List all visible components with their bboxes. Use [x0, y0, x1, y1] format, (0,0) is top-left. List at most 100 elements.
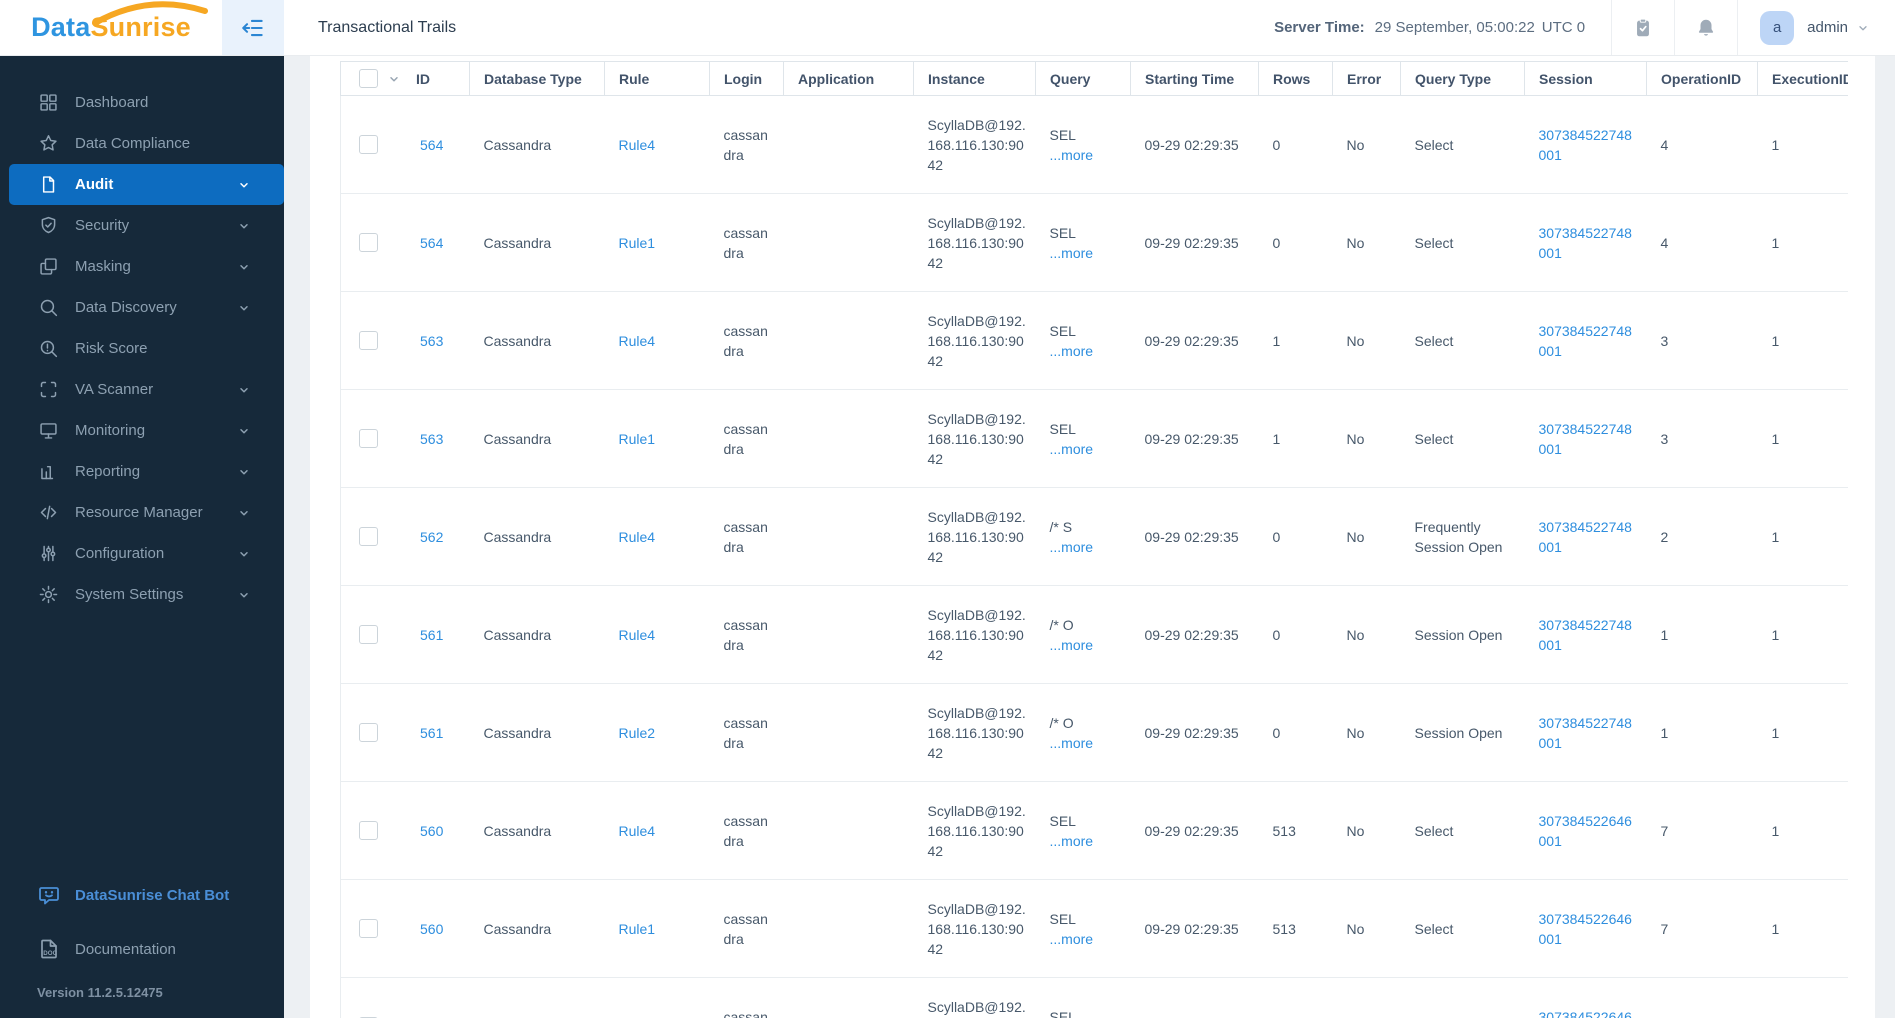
column-header-session[interactable]: Session — [1524, 61, 1647, 96]
session-link[interactable]: 307384522748001 — [1539, 125, 1635, 165]
id-link[interactable]: 562 — [420, 527, 443, 547]
user-menu[interactable]: a admin — [1738, 0, 1895, 55]
logo-part1: Data — [31, 12, 91, 42]
query-more-link[interactable]: ...more — [1050, 831, 1125, 851]
column-label: Error — [1347, 70, 1382, 87]
id-link[interactable]: 564 — [420, 233, 443, 253]
scanner-icon — [37, 379, 59, 401]
cell-query-type: Select — [1400, 389, 1525, 488]
session-link[interactable]: 307384522646001 — [1539, 1007, 1635, 1018]
cell-application — [783, 95, 914, 194]
column-header-operationid[interactable]: OperationID — [1646, 61, 1758, 96]
rule-link[interactable]: Rule4 — [619, 137, 656, 153]
sidebar-item-risk-score[interactable]: Risk Score — [0, 328, 284, 369]
column-header-rule[interactable]: Rule — [604, 61, 710, 96]
sidebar-item-resource-manager[interactable]: Resource Manager — [0, 492, 284, 533]
cell-execution-id: 1 — [1757, 95, 1848, 194]
rule-link[interactable]: Rule1 — [619, 235, 656, 251]
query-more-link[interactable]: ...more — [1050, 929, 1125, 949]
rule-link[interactable]: Rule4 — [619, 823, 656, 839]
rule-link[interactable]: Rule2 — [619, 725, 656, 741]
session-link[interactable]: 307384522748001 — [1539, 713, 1635, 753]
sidebar-item-monitoring[interactable]: Monitoring — [0, 410, 284, 451]
id-link[interactable]: 560 — [420, 821, 443, 841]
rule-link[interactable]: Rule1 — [619, 921, 656, 937]
row-checkbox[interactable] — [359, 429, 378, 448]
session-link[interactable]: 307384522646001 — [1539, 811, 1635, 851]
column-header-query-type[interactable]: Query Type — [1400, 61, 1525, 96]
sidebar-item-dashboard[interactable]: Dashboard — [0, 82, 284, 123]
id-link[interactable]: 561 — [420, 723, 443, 743]
query-more-link[interactable]: ...more — [1050, 537, 1125, 557]
session-link[interactable]: 307384522748001 — [1539, 321, 1635, 361]
column-header-executionid[interactable]: ExecutionID — [1757, 61, 1848, 96]
row-checkbox[interactable] — [359, 331, 378, 350]
column-header-rows[interactable]: Rows — [1258, 61, 1333, 96]
sidebar-item-data-compliance[interactable]: Data Compliance — [0, 123, 284, 164]
id-link[interactable]: 563 — [420, 331, 443, 351]
sidebar-item-masking[interactable]: Masking — [0, 246, 284, 287]
column-header-database-type[interactable]: Database Type — [469, 61, 605, 96]
row-checkbox[interactable] — [359, 919, 378, 938]
column-header-id[interactable]: ID — [340, 61, 470, 96]
query-more-link[interactable]: ...more — [1050, 733, 1125, 753]
server-time-label: Server Time: — [1274, 19, 1365, 36]
query-more-link[interactable]: ...more — [1050, 145, 1125, 165]
select-all-checkbox[interactable] — [359, 69, 378, 88]
cell-instance: ScyllaDB@192.168.116.130:9042 — [927, 410, 1026, 467]
cell-instance: ScyllaDB@192.168.116.130:9042 — [927, 508, 1026, 565]
chevron-down-icon — [238, 507, 250, 519]
sidebar-item-data-discovery[interactable]: Data Discovery — [0, 287, 284, 328]
cell-starting-time: 09-29 02:29:35 — [1130, 585, 1259, 684]
rule-link[interactable]: Rule1 — [619, 431, 656, 447]
column-header-instance[interactable]: Instance — [913, 61, 1036, 96]
chat-bot-button[interactable]: DataSunrise Chat Bot — [37, 883, 264, 907]
row-checkbox[interactable] — [359, 723, 378, 742]
row-checkbox[interactable] — [359, 135, 378, 154]
table-header-row: ID Database Type Rule Login Application Insta… — [340, 61, 1848, 96]
sidebar-item-security[interactable]: Security — [0, 205, 284, 246]
rule-link[interactable]: Rule4 — [619, 529, 656, 545]
column-header-error[interactable]: Error — [1332, 61, 1401, 96]
id-link[interactable]: 561 — [420, 625, 443, 645]
query-more-link[interactable]: ...more — [1050, 635, 1125, 655]
cell-error: No — [1332, 879, 1401, 978]
session-link[interactable]: 307384522748001 — [1539, 223, 1635, 263]
logo[interactable]: DataSunrise — [0, 0, 222, 55]
row-checkbox[interactable] — [359, 233, 378, 252]
row-checkbox[interactable] — [359, 625, 378, 644]
sidebar-item-va-scanner[interactable]: VA Scanner — [0, 369, 284, 410]
sidebar-item-reporting[interactable]: Reporting — [0, 451, 284, 492]
notifications-button[interactable] — [1675, 0, 1737, 55]
tasks-button[interactable] — [1612, 0, 1674, 55]
collapse-sidebar-button[interactable] — [222, 0, 284, 55]
sidebar-item-configuration[interactable]: Configuration — [0, 533, 284, 574]
session-link[interactable]: 307384522748001 — [1539, 517, 1635, 557]
row-checkbox[interactable] — [359, 527, 378, 546]
rule-link[interactable]: Rule4 — [619, 333, 656, 349]
query-more-link[interactable]: ...more — [1050, 439, 1125, 459]
cell-instance: ScyllaDB@192.168.116.130:9042 — [927, 116, 1026, 173]
sidebar-item-system-settings[interactable]: System Settings — [0, 574, 284, 615]
id-link[interactable]: 560 — [420, 919, 443, 939]
rule-link[interactable]: Rule4 — [619, 627, 656, 643]
query-more-link[interactable]: ...more — [1050, 341, 1125, 361]
column-header-query[interactable]: Query — [1035, 61, 1131, 96]
session-link[interactable]: 307384522646001 — [1539, 909, 1635, 949]
sidebar-nav: Dashboard Data Compliance Audit Security Mas… — [0, 56, 284, 615]
server-time: Server Time: 29 September, 05:00:22 UTC … — [1274, 0, 1611, 55]
chevron-down-icon — [238, 589, 250, 601]
session-link[interactable]: 307384522748001 — [1539, 419, 1635, 459]
id-link[interactable]: 563 — [420, 429, 443, 449]
session-link[interactable]: 307384522748001 — [1539, 615, 1635, 655]
column-header-starting-time[interactable]: Starting Time — [1130, 61, 1259, 96]
select-dropdown-chevron-icon[interactable] — [388, 73, 400, 85]
query-more-link[interactable]: ...more — [1050, 243, 1125, 263]
cell-error: No — [1332, 291, 1401, 390]
sidebar-item-audit[interactable]: Audit — [9, 164, 284, 205]
id-link[interactable]: 564 — [420, 135, 443, 155]
row-checkbox[interactable] — [359, 821, 378, 840]
documentation-link[interactable]: DOC Documentation — [37, 937, 264, 961]
column-header-login[interactable]: Login — [709, 61, 784, 96]
column-header-application[interactable]: Application — [783, 61, 914, 96]
